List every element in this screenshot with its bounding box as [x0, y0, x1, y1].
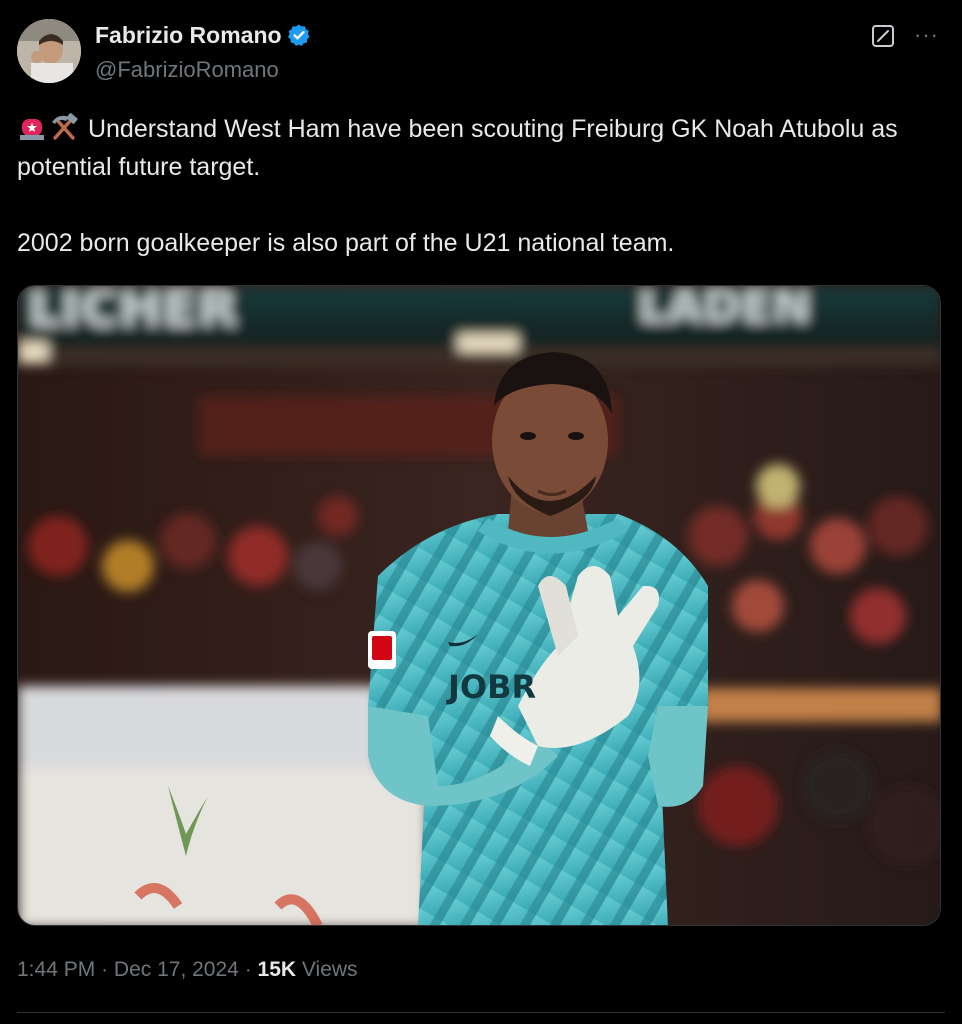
author-name-text: Fabrizio Romano — [95, 22, 282, 48]
tweet-meta: 1:44 PM · Dec 17, 2024 · 15K Views — [17, 958, 358, 982]
tweet-text: Understand West Ham have been scouting F… — [17, 110, 937, 262]
tweet-paragraph-2: 2002 born goalkeeper is also part of the… — [17, 229, 675, 257]
tweet-time[interactable]: 1:44 PM — [17, 958, 95, 981]
tweet-paragraph-1: Understand West Ham have been scouting F… — [17, 110, 937, 186]
goalkeeper-photo: LICHER LADEN JOBR — [18, 286, 940, 925]
avatar-image — [17, 19, 81, 83]
meta-separator: · — [101, 958, 109, 981]
author-handle[interactable]: @FabrizioRomano — [95, 57, 279, 83]
views-count[interactable]: 15K — [258, 958, 297, 981]
tweet-media-image[interactable]: LICHER LADEN JOBR — [17, 285, 941, 926]
hammer-and-pick-emoji — [49, 112, 79, 142]
views-label: Views — [301, 958, 358, 981]
tweet-date[interactable]: Dec 17, 2024 — [114, 958, 239, 981]
police-light-emoji — [17, 112, 47, 142]
more-options-icon[interactable]: ··· — [914, 22, 939, 48]
author-name[interactable]: Fabrizio Romano — [95, 22, 311, 53]
verified-badge-icon — [287, 23, 311, 53]
banner-text-left: LICHER — [28, 286, 238, 339]
banner-text-right: LADEN — [638, 286, 811, 333]
tweet-line-1: Understand West Ham have been scouting F… — [17, 115, 898, 181]
avatar[interactable] — [17, 19, 81, 83]
sponsor-text: JOBR — [446, 668, 536, 706]
meta-separator-2: · — [244, 958, 252, 981]
grok-icon[interactable] — [871, 24, 895, 48]
divider — [17, 1012, 945, 1013]
